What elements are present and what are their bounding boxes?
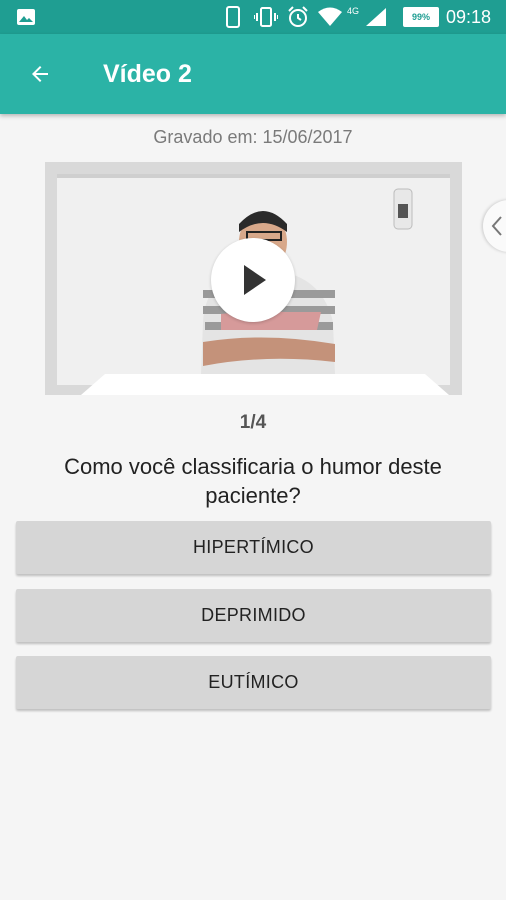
recorded-date: Gravado em: 15/06/2017 <box>153 127 353 147</box>
vibrate-icon <box>254 0 278 34</box>
network-type: 4G <box>347 6 360 16</box>
answer-button-hipertimico[interactable]: HIPERTÍMICO <box>16 521 491 574</box>
wifi-icon <box>317 0 343 34</box>
play-icon <box>244 265 266 295</box>
phone-icon <box>226 0 240 34</box>
arrow-left-icon <box>32 66 48 82</box>
battery-level: 99% <box>403 7 439 27</box>
battery-icon: 99% <box>403 0 439 34</box>
image-icon <box>16 0 36 34</box>
status-bar: 4G 99% 09:18 <box>0 0 506 34</box>
drawer-handle[interactable] <box>483 200 506 252</box>
question-text: Como você classificaria o humor deste pa… <box>64 454 442 508</box>
alarm-icon <box>287 0 309 34</box>
status-time: 09:18 <box>446 6 492 27</box>
chevron-left-icon <box>491 216 502 236</box>
answer-button-eutimico[interactable]: EUTÍMICO <box>16 656 491 709</box>
answer-button-deprimido[interactable]: DEPRIMIDO <box>16 589 491 642</box>
play-button[interactable] <box>211 238 295 322</box>
back-button[interactable] <box>20 54 60 94</box>
page-title: Vídeo 2 <box>103 60 192 88</box>
signal-icon <box>365 0 387 34</box>
question-counter: 1/4 <box>239 412 267 433</box>
app-bar: Vídeo 2 <box>0 34 506 114</box>
